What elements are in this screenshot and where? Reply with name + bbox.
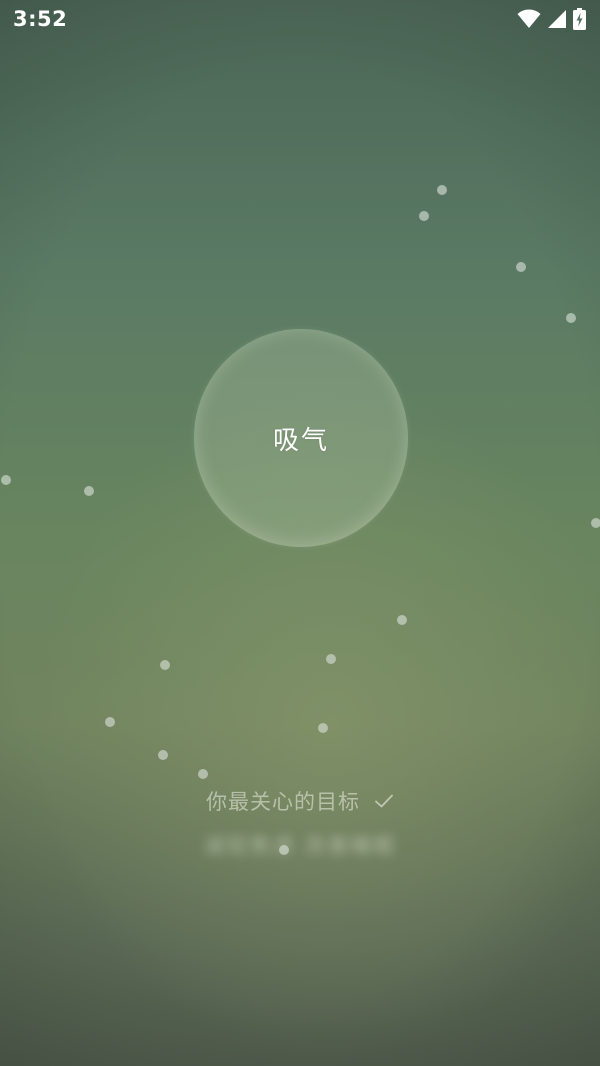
battery-charging-icon bbox=[573, 8, 586, 30]
breathing-screen: 3:52 吸气 你最关心的目标 减轻焦虑 改善睡眠 bbox=[0, 0, 600, 1066]
status-time: 3:52 bbox=[13, 7, 68, 31]
floating-particle bbox=[326, 654, 336, 664]
status-bar: 3:52 bbox=[0, 0, 600, 40]
floating-particle bbox=[1, 475, 11, 485]
floating-particle bbox=[566, 313, 576, 323]
goal-title: 你最关心的目标 bbox=[206, 790, 360, 814]
goal-selector[interactable]: 你最关心的目标 bbox=[0, 786, 600, 816]
breathing-circle[interactable]: 吸气 bbox=[194, 329, 408, 547]
floating-particle bbox=[84, 486, 94, 496]
floating-particle bbox=[419, 211, 429, 221]
floating-particle bbox=[105, 717, 115, 727]
floating-particle bbox=[158, 750, 168, 760]
cellular-signal-icon bbox=[547, 9, 567, 29]
breathing-phase-label: 吸气 bbox=[272, 425, 329, 456]
status-icons bbox=[517, 8, 586, 30]
floating-particle bbox=[318, 723, 328, 733]
floating-particle bbox=[397, 615, 407, 625]
floating-particle bbox=[198, 769, 208, 779]
floating-particle bbox=[591, 518, 600, 528]
floating-particle bbox=[437, 185, 447, 195]
floating-particle bbox=[160, 660, 170, 670]
goal-subtext: 减轻焦虑 改善睡眠 bbox=[203, 834, 397, 858]
wifi-icon bbox=[517, 9, 541, 29]
floating-particle bbox=[516, 262, 526, 272]
checkmark-icon bbox=[370, 793, 394, 809]
